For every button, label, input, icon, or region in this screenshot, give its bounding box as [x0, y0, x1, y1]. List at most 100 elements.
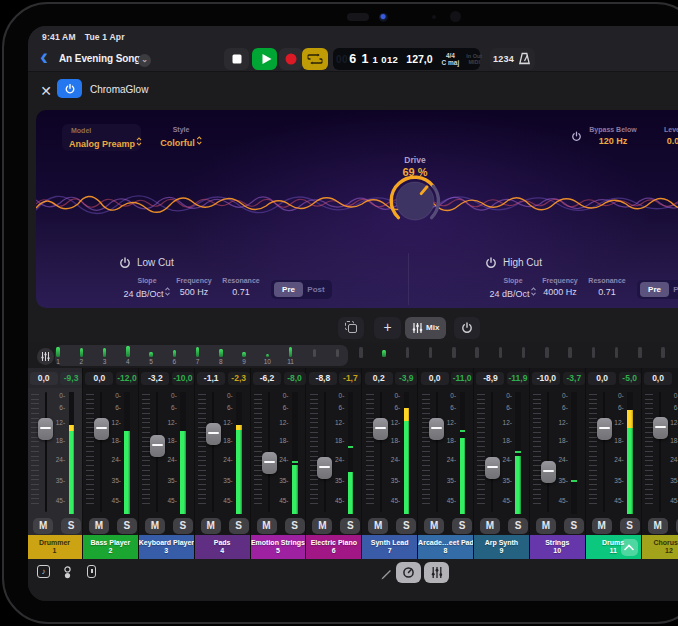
- strip-volume-value[interactable]: -8,8: [309, 372, 337, 385]
- style-selector[interactable]: Colorful: [160, 136, 202, 148]
- metronome-icon[interactable]: [517, 52, 532, 66]
- fader-cap[interactable]: [541, 461, 556, 483]
- solo-button[interactable]: S: [61, 518, 81, 534]
- song-title[interactable]: An Evening Song: [59, 53, 140, 64]
- strip-volume-value[interactable]: -3,2: [141, 372, 169, 385]
- fader-cap[interactable]: [597, 418, 612, 440]
- mute-button[interactable]: M: [648, 518, 668, 534]
- solo-button[interactable]: S: [564, 518, 584, 534]
- solo-button[interactable]: S: [396, 518, 416, 534]
- smart-controls-button[interactable]: [396, 562, 421, 583]
- plugin-power-button[interactable]: [57, 79, 82, 98]
- track-label[interactable]: Arcade…eet Pad 8: [418, 535, 473, 559]
- mute-button[interactable]: M: [536, 518, 556, 534]
- mute-button[interactable]: M: [480, 518, 500, 534]
- connector-icon[interactable]: [87, 565, 96, 578]
- strip-volume-value[interactable]: -1,1: [197, 372, 225, 385]
- strip-volume-value[interactable]: 0,2: [365, 372, 393, 385]
- track-label[interactable]: Drums 11: [586, 535, 641, 559]
- mute-button[interactable]: M: [592, 518, 612, 534]
- cycle-button[interactable]: [302, 48, 328, 70]
- solo-button[interactable]: S: [452, 518, 472, 534]
- stop-button[interactable]: [224, 48, 249, 70]
- mixer-view-button[interactable]: [424, 562, 449, 583]
- highcut-power-icon[interactable]: [485, 257, 497, 269]
- model-selector[interactable]: Model Analog Preamp: [62, 124, 141, 151]
- highcut-freq-value[interactable]: 4000 Hz: [543, 287, 577, 297]
- fader-cap[interactable]: [429, 418, 444, 440]
- lowcut-power-icon[interactable]: [119, 257, 131, 269]
- play-button[interactable]: [252, 48, 277, 70]
- lowcut-slope-value[interactable]: 24 dB/Oct: [123, 287, 170, 299]
- add-track-button[interactable]: +: [374, 317, 401, 339]
- fader-cap[interactable]: [485, 457, 500, 479]
- count-in-button[interactable]: 1234: [493, 54, 514, 64]
- record-button[interactable]: [279, 48, 303, 70]
- back-chevron-icon[interactable]: ‹: [40, 45, 54, 69]
- strip-volume-value[interactable]: -6,2: [253, 372, 281, 385]
- lowcut-res-value[interactable]: 0.71: [232, 287, 250, 297]
- solo-button[interactable]: S: [117, 518, 137, 534]
- lowcut-freq-value[interactable]: 500 Hz: [180, 287, 209, 297]
- mixer-power-button[interactable]: [454, 317, 480, 339]
- strip-volume-value[interactable]: 0,0: [85, 372, 113, 385]
- mute-button[interactable]: M: [424, 518, 444, 534]
- close-icon[interactable]: ✕: [39, 82, 53, 100]
- loop-browser-icon[interactable]: ♪: [37, 565, 50, 578]
- solo-button[interactable]: S: [229, 518, 249, 534]
- strip-volume-value[interactable]: 0,0: [30, 372, 58, 385]
- bypass-value[interactable]: 120 Hz: [599, 136, 628, 146]
- mute-button[interactable]: M: [201, 518, 221, 534]
- track-label[interactable]: Arp Synth 9: [474, 535, 529, 559]
- highcut-pre-button[interactable]: Pre: [640, 282, 669, 297]
- strip-volume-value[interactable]: 0,0: [644, 372, 672, 385]
- fader-cap[interactable]: [94, 418, 109, 440]
- highcut-slope-value[interactable]: 24 dB/Oct: [489, 287, 536, 299]
- duplicate-button[interactable]: [338, 317, 364, 339]
- track-label[interactable]: Pads 4: [195, 535, 250, 559]
- drive-knob[interactable]: [385, 171, 445, 231]
- mute-button[interactable]: M: [312, 518, 332, 534]
- track-label[interactable]: Bass Player 2: [83, 535, 138, 559]
- mute-button[interactable]: M: [257, 518, 277, 534]
- fader-cap[interactable]: [653, 417, 668, 439]
- solo-button[interactable]: S: [508, 518, 528, 534]
- solo-button[interactable]: S: [173, 518, 193, 534]
- fader-cap[interactable]: [317, 457, 332, 479]
- strip-volume-value[interactable]: 0,0: [421, 372, 449, 385]
- fader-cap[interactable]: [206, 423, 221, 445]
- solo-button[interactable]: S: [620, 518, 640, 534]
- plugins-icon[interactable]: [61, 565, 74, 583]
- mute-button[interactable]: M: [145, 518, 165, 534]
- track-label[interactable]: Chorus V 12: [642, 535, 678, 559]
- mixer-overview-icon[interactable]: [37, 348, 54, 365]
- mix-button[interactable]: Mix: [405, 317, 446, 339]
- highcut-post-button[interactable]: Post: [669, 282, 678, 297]
- edit-pencil-icon[interactable]: [380, 567, 393, 580]
- lcd-display[interactable]: 00 6 1 1 012 127,0 4/4C maj In OutMIDI: [333, 48, 480, 70]
- bypass-power-icon[interactable]: [571, 131, 582, 142]
- highcut-res-value[interactable]: 0.71: [598, 287, 616, 297]
- track-label[interactable]: Emotion Strings 5: [251, 535, 306, 559]
- lowcut-post-button[interactable]: Post: [303, 282, 329, 297]
- track-label[interactable]: Electric Piano 6: [306, 535, 361, 559]
- solo-button[interactable]: S: [285, 518, 305, 534]
- track-label[interactable]: Synth Lead 7: [362, 535, 417, 559]
- title-chevron-down-icon[interactable]: ⌄: [138, 54, 151, 67]
- mute-button[interactable]: M: [33, 518, 53, 534]
- strip-volume-value[interactable]: -10,0: [532, 372, 560, 385]
- strip-volume-value[interactable]: 0,0: [588, 372, 616, 385]
- fader-cap[interactable]: [150, 435, 165, 457]
- overview-visible-window[interactable]: [55, 345, 348, 366]
- mute-button[interactable]: M: [89, 518, 109, 534]
- track-label[interactable]: Drummer 1: [28, 535, 82, 559]
- mute-button[interactable]: M: [368, 518, 388, 534]
- strip-volume-value[interactable]: -8,9: [476, 372, 504, 385]
- solo-button[interactable]: S: [340, 518, 360, 534]
- level-value[interactable]: 0.0: [667, 136, 678, 146]
- lowcut-pre-button[interactable]: Pre: [274, 282, 303, 297]
- count-in-group[interactable]: 1234: [490, 48, 535, 70]
- fader-cap[interactable]: [373, 418, 388, 440]
- collapse-chevron-button[interactable]: [621, 539, 638, 556]
- fader-cap[interactable]: [262, 452, 277, 474]
